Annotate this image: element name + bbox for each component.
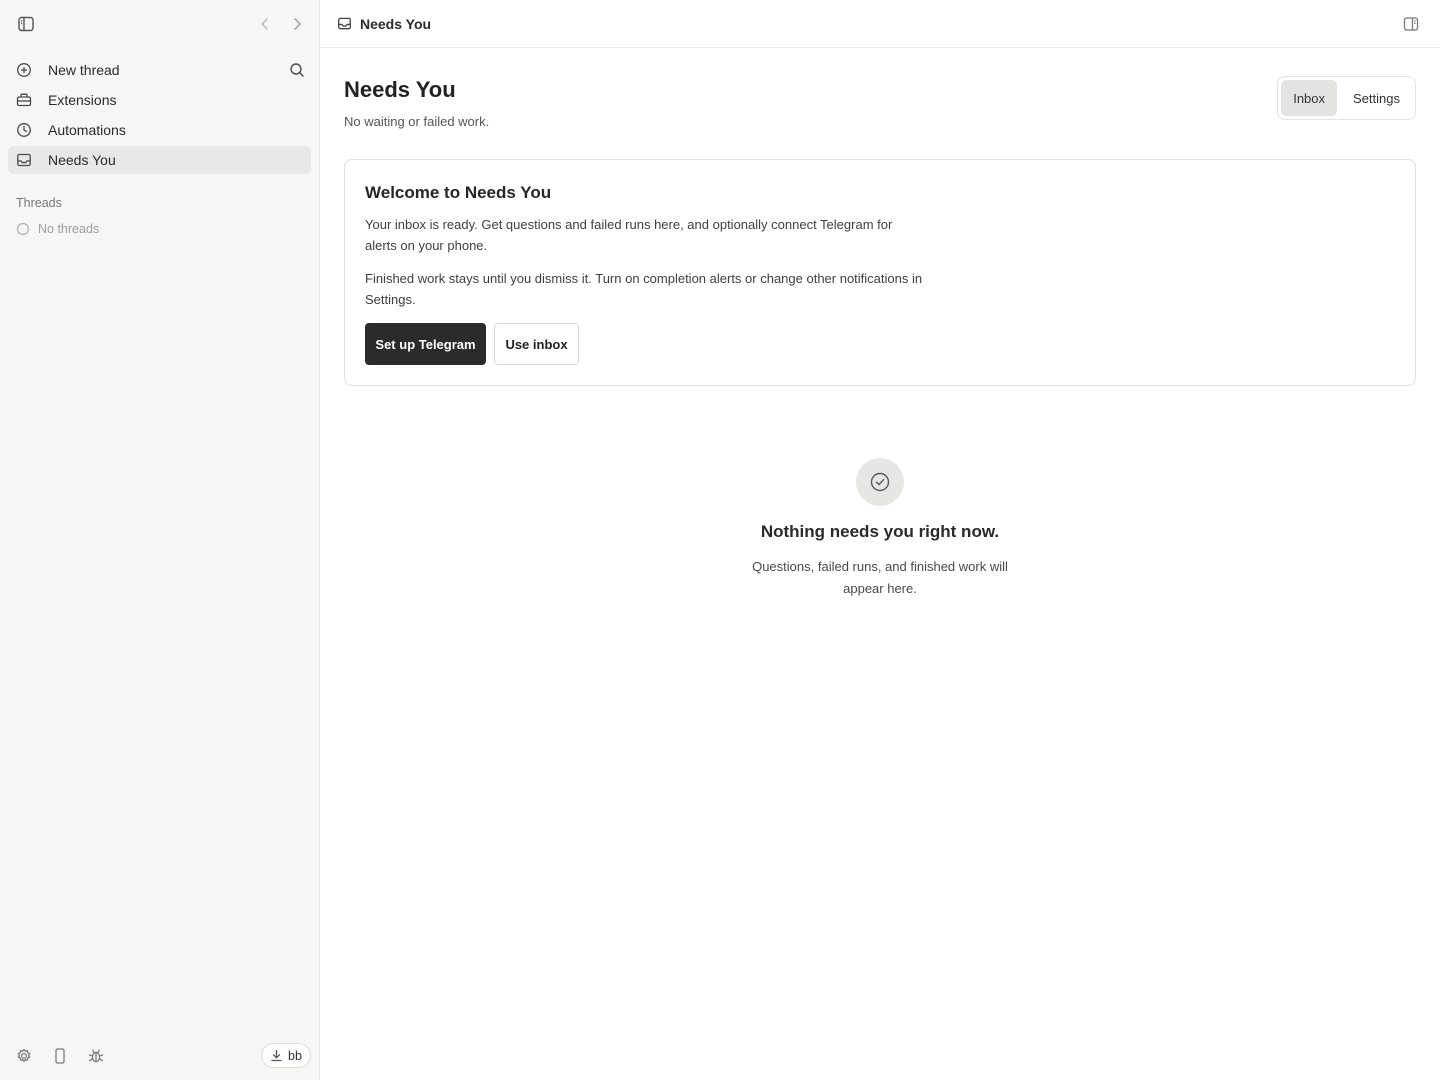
sidebar-item-new-thread[interactable]: New thread (8, 56, 311, 84)
use-inbox-button[interactable]: Use inbox (494, 323, 579, 365)
sidebar-toolbar (0, 0, 320, 48)
tab-settings[interactable]: Settings (1341, 80, 1412, 116)
back-arrow-icon[interactable] (257, 15, 273, 33)
settings-gear-icon[interactable] (15, 1047, 33, 1065)
threads-heading: Threads (16, 196, 62, 210)
page-title: Needs You (344, 77, 456, 102)
sidebar: New thread Extensions Automations Needs … (0, 0, 320, 1080)
top-bar: Needs You (320, 0, 1440, 48)
plus-circle-icon (16, 62, 32, 78)
clock-icon (16, 122, 32, 138)
welcome-paragraph: Your inbox is ready. Get questions and f… (365, 217, 893, 253)
inbox-icon (16, 152, 32, 168)
right-panel-toggle-icon[interactable] (1402, 15, 1420, 33)
user-download-button[interactable]: bb (261, 1043, 311, 1068)
empty-state-title: Nothing needs you right now. (760, 522, 1000, 541)
tab-inbox[interactable]: Inbox (1281, 80, 1338, 116)
setup-telegram-button[interactable]: Set up Telegram (365, 323, 486, 365)
page-subtitle: No waiting or failed work. (344, 114, 490, 129)
no-threads-row: No threads (16, 222, 99, 236)
user-label: bb (288, 1048, 302, 1063)
no-threads-label: No threads (38, 222, 100, 236)
welcome-card: Welcome to Needs You Your inbox is ready… (344, 159, 1416, 386)
forward-arrow-icon[interactable] (289, 15, 305, 33)
chat-bubble-icon (16, 222, 30, 236)
check-circle-icon (856, 458, 904, 506)
inbox-icon (337, 16, 352, 31)
sidebar-item-label: Automations (48, 122, 126, 138)
sidebar-item-needs-you[interactable]: Needs You (8, 146, 311, 174)
download-icon (271, 1049, 282, 1062)
view-tabs: Inbox Settings (1277, 76, 1416, 120)
sidebar-item-label: New thread (48, 62, 120, 78)
sidebar-toggle-icon[interactable] (16, 14, 36, 34)
extensions-icon (16, 92, 32, 108)
window-title: Needs You (360, 16, 432, 32)
welcome-title: Welcome to Needs You (365, 183, 552, 202)
sidebar-item-label: Extensions (48, 92, 117, 108)
sidebar-item-automations[interactable]: Automations (8, 116, 311, 144)
bug-icon[interactable] (87, 1047, 105, 1065)
empty-state-subtitle: Questions, failed runs, and finished wor… (752, 559, 1008, 596)
search-icon[interactable] (289, 62, 305, 78)
main-content: Needs You Needs You No waiting or failed… (320, 0, 1440, 1080)
mobile-device-icon[interactable] (51, 1047, 69, 1065)
sidebar-item-label: Needs You (48, 152, 116, 168)
sidebar-item-extensions[interactable]: Extensions (8, 86, 311, 114)
sidebar-nav: New thread Extensions Automations Needs … (8, 56, 311, 176)
welcome-paragraph: Finished work stays until you dismiss it… (365, 271, 923, 307)
